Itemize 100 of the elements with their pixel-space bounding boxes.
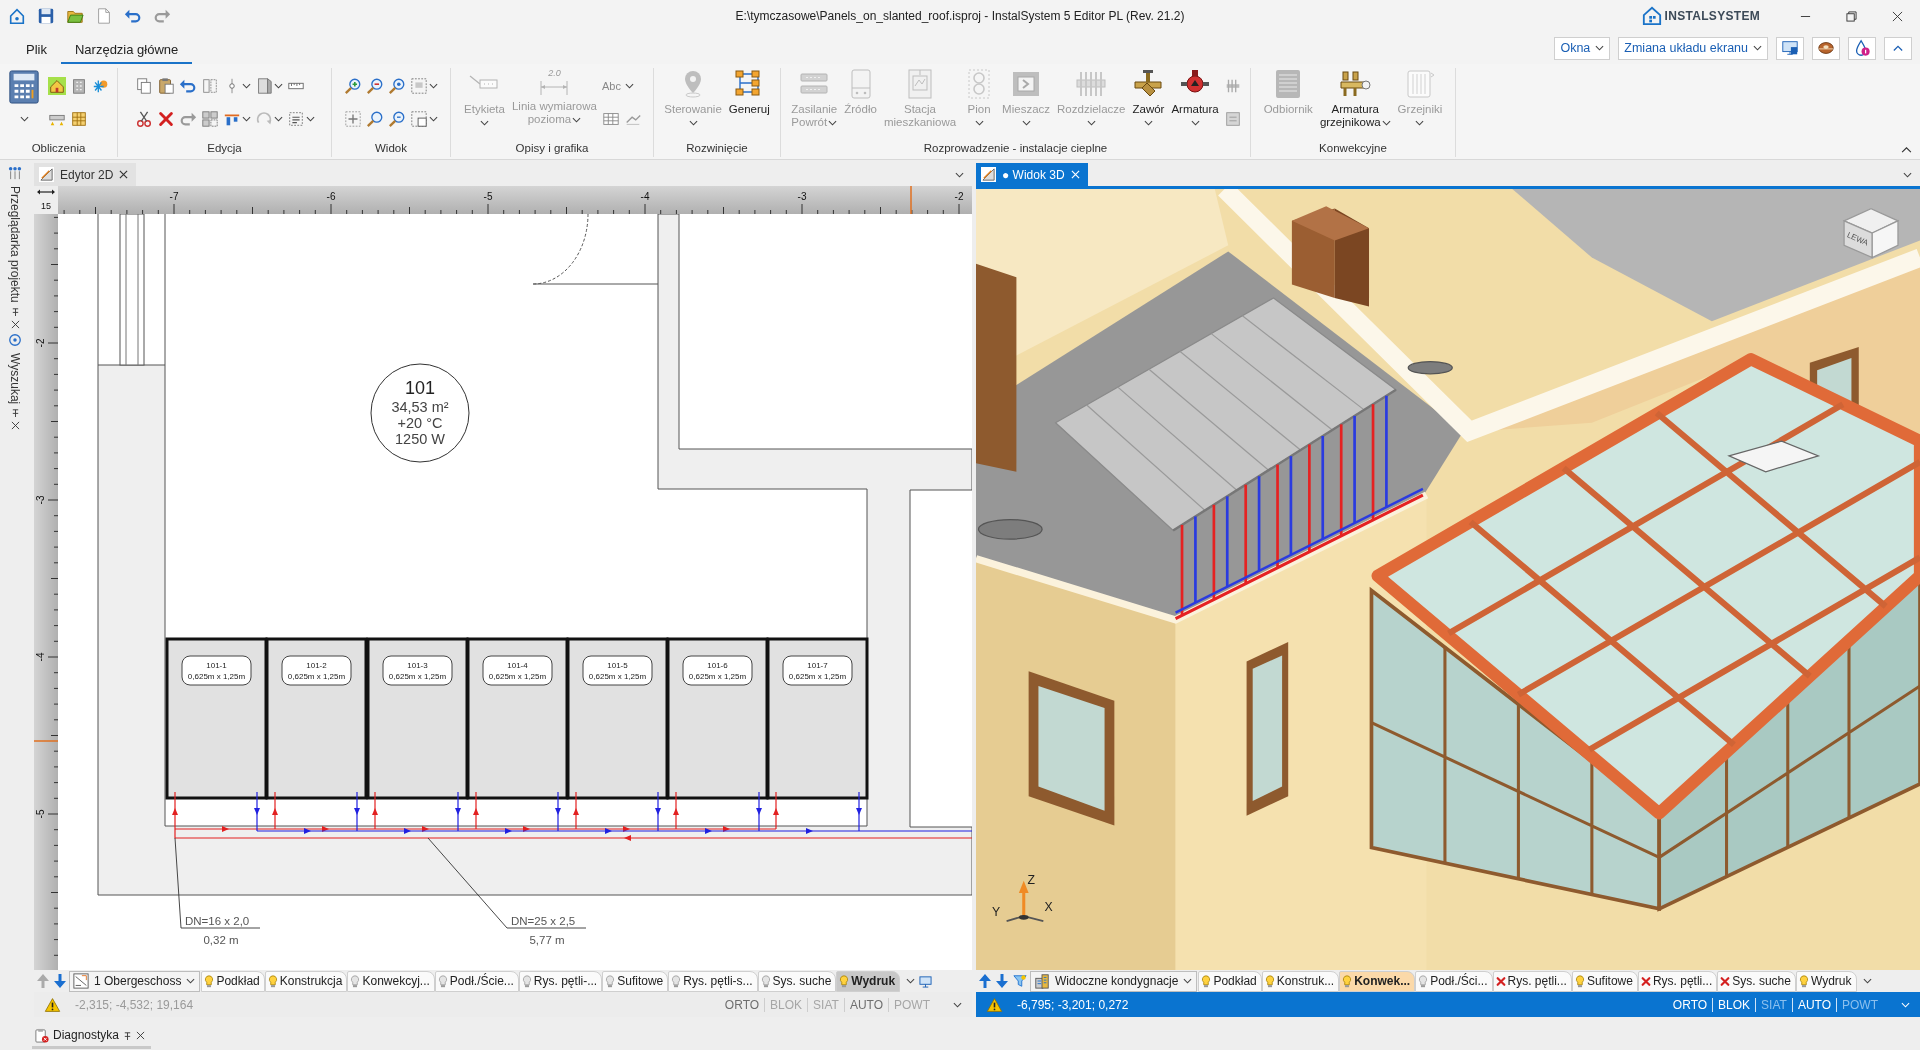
lightbulb-icon[interactable] xyxy=(350,974,361,988)
new-document-icon[interactable] xyxy=(95,7,113,25)
layer-tab[interactable]: Konwek... xyxy=(1339,970,1416,992)
monitor-icon[interactable] xyxy=(919,974,933,988)
dropdown-button[interactable]: Okna xyxy=(1554,36,1611,60)
window-frame-icon[interactable] xyxy=(410,110,428,128)
delete-icon[interactable] xyxy=(156,110,175,128)
caret-icon[interactable] xyxy=(19,116,29,122)
lightbulb-icon[interactable] xyxy=(437,974,448,988)
storey-dropdown[interactable]: Widoczne kondygnacje xyxy=(1030,970,1198,992)
lightbulb-icon[interactable] xyxy=(521,974,532,988)
dropdown-button[interactable]: Zmiana układu ekranu xyxy=(1618,36,1768,60)
layer-tab[interactable]: Wydruk xyxy=(836,970,901,992)
lightbulb-icon[interactable] xyxy=(605,974,616,988)
caret-icon[interactable] xyxy=(429,116,438,122)
warning-icon[interactable] xyxy=(44,996,61,1013)
pin-icon[interactable] xyxy=(123,1030,133,1040)
lightbulb-icon[interactable] xyxy=(671,974,682,988)
editor-tab[interactable]: Edytor 2D xyxy=(34,163,137,186)
diagnostics-tab[interactable]: Diagnostyka xyxy=(32,1024,152,1049)
lightbulb-icon[interactable] xyxy=(204,974,215,988)
snap-mode-toggle[interactable]: BLOK xyxy=(1712,997,1756,1012)
lightbulb-icon[interactable] xyxy=(267,974,278,988)
layer-tab[interactable]: Podkład xyxy=(201,970,265,992)
collapse-button[interactable] xyxy=(1884,36,1912,60)
filter-icon[interactable] xyxy=(1013,974,1027,988)
ribbon-tool-button[interactable]: Armatura xyxy=(1169,68,1221,126)
cross-icon[interactable] xyxy=(1495,974,1506,988)
caret-icon[interactable] xyxy=(241,116,251,122)
snap-mode-toggle[interactable]: AUTO xyxy=(1791,997,1836,1012)
sidebar-tab[interactable]: Wyszukaj xyxy=(8,332,22,404)
arrow-down-icon[interactable] xyxy=(995,973,1009,989)
storey-dropdown[interactable]: 1 Obergeschoss xyxy=(69,970,201,992)
layer-tab[interactable]: Rys. pętli-s... xyxy=(668,970,758,992)
house-icon[interactable] xyxy=(48,77,66,95)
snap-mode-toggle[interactable]: AUTO xyxy=(843,997,888,1012)
arrow-up-icon[interactable] xyxy=(978,973,992,989)
layer-tab[interactable]: Sufitowe xyxy=(602,970,669,992)
ribbon-tool-button[interactable]: Zawór xyxy=(1130,68,1167,126)
app-house-icon[interactable] xyxy=(8,7,26,25)
magnifier-icon[interactable] xyxy=(388,77,406,95)
caret-icon[interactable] xyxy=(906,978,916,984)
ribbon-tool-button[interactable]: Generuj xyxy=(726,68,772,116)
lightbulb-icon[interactable] xyxy=(1201,974,1212,988)
layer-tab[interactable]: Rys. pętli-... xyxy=(518,970,603,992)
layer-tab[interactable]: Podł./Ście... xyxy=(434,970,519,992)
lightbulb-icon[interactable] xyxy=(1574,974,1585,988)
text-frame-icon[interactable] xyxy=(286,110,305,128)
close-icon[interactable] xyxy=(1891,10,1903,22)
lightbulb-icon[interactable] xyxy=(1264,974,1275,988)
table-icon[interactable] xyxy=(601,110,620,128)
zoom-out-icon[interactable] xyxy=(366,77,384,95)
layer-tab[interactable]: Sys. suche xyxy=(757,970,837,992)
caret-icon[interactable] xyxy=(273,83,283,89)
snap-mode-toggle[interactable]: ORTO xyxy=(1667,997,1713,1012)
chevron-down-icon[interactable] xyxy=(955,171,964,178)
arrow-down-icon[interactable] xyxy=(53,973,67,989)
caret-icon[interactable] xyxy=(429,83,438,89)
caret-icon[interactable] xyxy=(241,83,251,89)
toolbar-button[interactable] xyxy=(1848,36,1876,60)
lightbulb-icon[interactable] xyxy=(1418,974,1429,988)
layer-tab[interactable]: Rys. pętli... xyxy=(1492,970,1572,992)
close-icon[interactable] xyxy=(119,170,129,179)
zoom-in-icon[interactable] xyxy=(344,77,362,95)
warning-icon[interactable] xyxy=(986,996,1003,1013)
menu-tab[interactable]: Plik xyxy=(12,36,61,64)
layer-tab[interactable]: Konstrukcja xyxy=(264,970,348,992)
scissors-icon[interactable] xyxy=(134,110,153,128)
caret-icon[interactable] xyxy=(273,116,283,122)
move-frame-icon[interactable] xyxy=(344,110,362,128)
layer-tab[interactable]: Rys. pętli... xyxy=(1637,970,1718,992)
layer-tab[interactable]: Konwekcyj... xyxy=(347,970,435,992)
close-icon[interactable] xyxy=(136,1030,146,1040)
chevron-down-icon[interactable] xyxy=(1903,171,1912,178)
pin-icon[interactable] xyxy=(10,407,20,417)
cross-icon[interactable] xyxy=(1640,974,1651,988)
restore-icon[interactable] xyxy=(1845,10,1857,22)
grid-icon[interactable] xyxy=(70,110,88,128)
pin-icon[interactable] xyxy=(10,306,20,316)
toolbar-button[interactable] xyxy=(1776,36,1804,60)
caret-icon[interactable] xyxy=(1862,978,1872,984)
paste-icon[interactable] xyxy=(156,77,175,95)
copy-icon[interactable] xyxy=(134,77,153,95)
building-icon[interactable] xyxy=(70,77,88,95)
array-icon[interactable] xyxy=(200,110,219,128)
calculator-icon[interactable] xyxy=(7,70,41,104)
toolbar-button[interactable] xyxy=(1812,36,1840,60)
layer-tab[interactable]: Sufitowe xyxy=(1571,970,1638,992)
caret-icon[interactable] xyxy=(305,116,315,122)
mirror-icon[interactable] xyxy=(200,77,219,95)
sidebar-tab[interactable]: Przeglądarka projektu xyxy=(8,166,22,303)
close-icon[interactable] xyxy=(10,420,20,430)
close-icon[interactable] xyxy=(10,319,20,329)
lightbulb-icon[interactable] xyxy=(760,974,771,988)
snap-mode-toggle[interactable]: ORTO xyxy=(719,997,765,1012)
layer-tab[interactable]: Podł./Ści... xyxy=(1415,970,1493,992)
magnifier-icon[interactable] xyxy=(388,110,406,128)
layer-tab[interactable]: Wydruk xyxy=(1795,970,1857,992)
view-cube-icon[interactable] xyxy=(1842,207,1900,259)
layer-tab[interactable]: Sys. suche xyxy=(1717,970,1796,992)
